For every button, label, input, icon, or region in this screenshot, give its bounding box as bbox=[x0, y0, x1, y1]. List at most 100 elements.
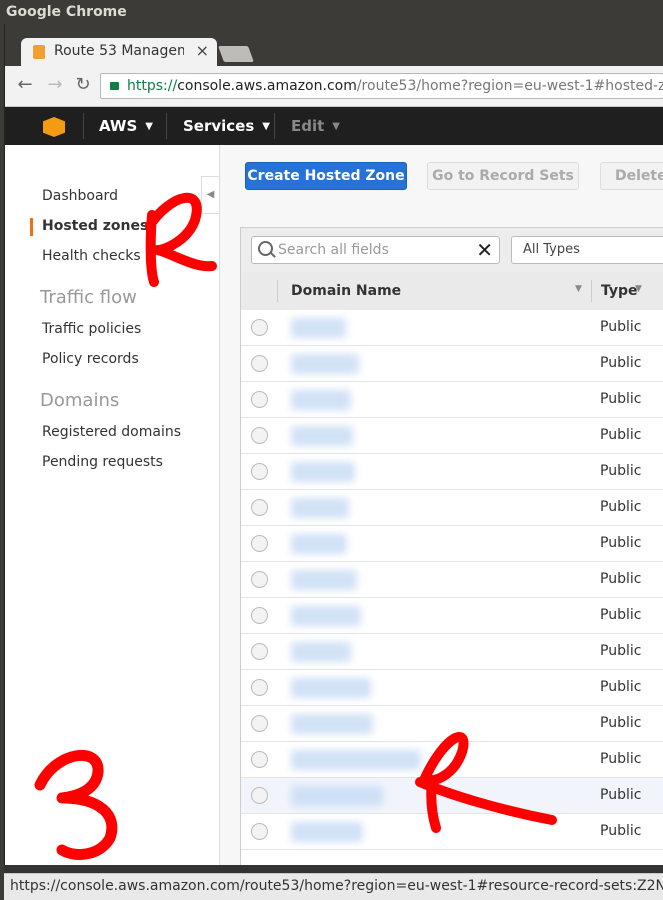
chevron-down-icon: ▼ bbox=[332, 121, 340, 132]
type-cell: Public bbox=[600, 787, 642, 803]
row-select-radio[interactable] bbox=[251, 355, 268, 372]
go-to-record-sets-button[interactable]: Go to Record Sets bbox=[427, 162, 579, 190]
type-filter-select[interactable]: All Types bbox=[511, 236, 663, 264]
new-tab-button[interactable] bbox=[218, 46, 254, 62]
delete-hosted-zone-button[interactable]: Delete H bbox=[600, 162, 663, 190]
table-row[interactable]: Public bbox=[241, 382, 663, 418]
table-row[interactable]: Public bbox=[241, 598, 663, 634]
sidebar-item-policy-records[interactable]: Policy records bbox=[42, 351, 139, 367]
column-header-type[interactable]: Type bbox=[601, 283, 638, 299]
clear-search-icon[interactable]: ✕ bbox=[476, 238, 493, 262]
domain-name-redacted[interactable] bbox=[291, 390, 351, 410]
domain-name-redacted[interactable] bbox=[291, 786, 383, 806]
domain-name-redacted[interactable] bbox=[291, 822, 363, 842]
search-icon bbox=[258, 241, 273, 256]
column-header-domain-name[interactable]: Domain Name bbox=[291, 283, 401, 299]
aws-menu-label: AWS bbox=[99, 117, 138, 135]
row-select-radio[interactable] bbox=[251, 823, 268, 840]
row-select-radio[interactable] bbox=[251, 679, 268, 696]
row-select-radio[interactable] bbox=[251, 787, 268, 804]
domain-name-redacted[interactable] bbox=[291, 750, 421, 770]
type-cell: Public bbox=[600, 391, 642, 407]
table-row[interactable]: Public bbox=[241, 562, 663, 598]
browser-toolbar: ← → ↻ https://console.aws.amazon.com/rou… bbox=[5, 66, 663, 107]
domain-name-redacted[interactable] bbox=[291, 534, 347, 554]
address-bar[interactable]: https://console.aws.amazon.com/route53/h… bbox=[100, 73, 663, 99]
type-cell: Public bbox=[600, 643, 642, 659]
reload-icon[interactable]: ↻ bbox=[73, 74, 93, 95]
row-select-radio[interactable] bbox=[251, 463, 268, 480]
table-row[interactable]: Public bbox=[241, 670, 663, 706]
main-content: Create Hosted Zone Go to Record Sets Del… bbox=[220, 145, 663, 879]
tab-close-icon[interactable]: × bbox=[196, 41, 209, 60]
table-row[interactable]: Public bbox=[241, 814, 663, 850]
domain-name-redacted[interactable] bbox=[291, 570, 357, 590]
sidebar-item-pending-requests[interactable]: Pending requests bbox=[42, 454, 163, 470]
row-select-radio[interactable] bbox=[251, 643, 268, 660]
sort-icon[interactable]: ▼ bbox=[635, 284, 642, 294]
sidebar-item-traffic-policies[interactable]: Traffic policies bbox=[42, 321, 141, 337]
domain-name-redacted[interactable] bbox=[291, 426, 353, 446]
sidebar-item-hosted-zones[interactable]: Hosted zones bbox=[42, 218, 148, 234]
row-select-radio[interactable] bbox=[251, 715, 268, 732]
aws-top-nav: AWS ▼ Services ▼ Edit ▼ bbox=[5, 107, 663, 145]
table-header: Domain Name ▼ Type ▼ bbox=[241, 272, 663, 311]
tab-strip: Route 53 Managem × bbox=[5, 24, 663, 66]
domain-name-redacted[interactable] bbox=[291, 714, 373, 734]
row-select-radio[interactable] bbox=[251, 607, 268, 624]
nav-divider bbox=[166, 113, 167, 139]
row-select-radio[interactable] bbox=[251, 571, 268, 588]
table-row[interactable]: Public bbox=[241, 778, 663, 814]
tab-title: Route 53 Managem bbox=[54, 43, 184, 59]
domain-name-redacted[interactable] bbox=[291, 498, 349, 518]
console-page: Dashboard Hosted zones Health checks Tra… bbox=[5, 145, 663, 879]
table-row[interactable]: Public bbox=[241, 346, 663, 382]
row-select-radio[interactable] bbox=[251, 319, 268, 336]
table-row[interactable]: Public bbox=[241, 418, 663, 454]
edit-menu[interactable]: Edit ▼ bbox=[291, 117, 340, 135]
type-cell: Public bbox=[600, 571, 642, 587]
hosted-zones-table: Search all fields ✕ All Types Domain Nam… bbox=[240, 227, 663, 879]
type-cell: Public bbox=[600, 679, 642, 695]
browser-window: Route 53 Managem × ← → ↻ https://console… bbox=[4, 24, 663, 900]
row-select-radio[interactable] bbox=[251, 535, 268, 552]
domain-name-redacted[interactable] bbox=[291, 678, 371, 698]
row-select-radio[interactable] bbox=[251, 751, 268, 768]
services-menu[interactable]: Services ▼ bbox=[183, 117, 270, 135]
sidebar-collapse-button[interactable]: ◀ bbox=[201, 176, 219, 214]
table-row[interactable]: Public bbox=[241, 454, 663, 490]
nav-divider bbox=[274, 113, 275, 139]
forward-arrow-icon[interactable]: → bbox=[45, 74, 65, 95]
chevron-down-icon: ▼ bbox=[262, 121, 270, 132]
sidebar-item-registered-domains[interactable]: Registered domains bbox=[42, 424, 181, 440]
table-row[interactable]: Public bbox=[241, 634, 663, 670]
row-select-radio[interactable] bbox=[251, 427, 268, 444]
table-row[interactable]: Public bbox=[241, 526, 663, 562]
url-path: /route53/home?region=eu-west-1#hosted-zo… bbox=[356, 78, 663, 94]
row-select-radio[interactable] bbox=[251, 391, 268, 408]
sidebar-item-dashboard[interactable]: Dashboard bbox=[42, 188, 118, 204]
sort-icon[interactable]: ▼ bbox=[575, 284, 582, 294]
table-row[interactable]: Public bbox=[241, 742, 663, 778]
type-cell: Public bbox=[600, 715, 642, 731]
column-divider bbox=[277, 280, 278, 302]
row-select-radio[interactable] bbox=[251, 499, 268, 516]
domain-name-redacted[interactable] bbox=[291, 462, 355, 482]
table-row[interactable]: Public bbox=[241, 706, 663, 742]
search-input[interactable]: Search all fields ✕ bbox=[251, 236, 500, 264]
back-arrow-icon[interactable]: ← bbox=[15, 74, 35, 95]
browser-tab[interactable]: Route 53 Managem × bbox=[21, 38, 217, 66]
table-row[interactable]: Public bbox=[241, 490, 663, 526]
domain-name-redacted[interactable] bbox=[291, 642, 351, 662]
window-bottom-edge bbox=[4, 865, 663, 873]
domain-name-redacted[interactable] bbox=[291, 318, 346, 338]
domain-name-redacted[interactable] bbox=[291, 354, 359, 374]
domain-name-redacted[interactable] bbox=[291, 606, 361, 626]
create-hosted-zone-button[interactable]: Create Hosted Zone bbox=[245, 162, 407, 190]
chevron-left-icon: ◀ bbox=[206, 189, 215, 200]
os-title-bar: Google Chrome bbox=[0, 0, 663, 24]
sidebar-item-health-checks[interactable]: Health checks bbox=[42, 248, 141, 264]
table-row[interactable]: Public bbox=[241, 310, 663, 346]
aws-menu[interactable]: AWS ▼ bbox=[99, 117, 153, 135]
aws-logo-icon[interactable] bbox=[43, 117, 65, 137]
